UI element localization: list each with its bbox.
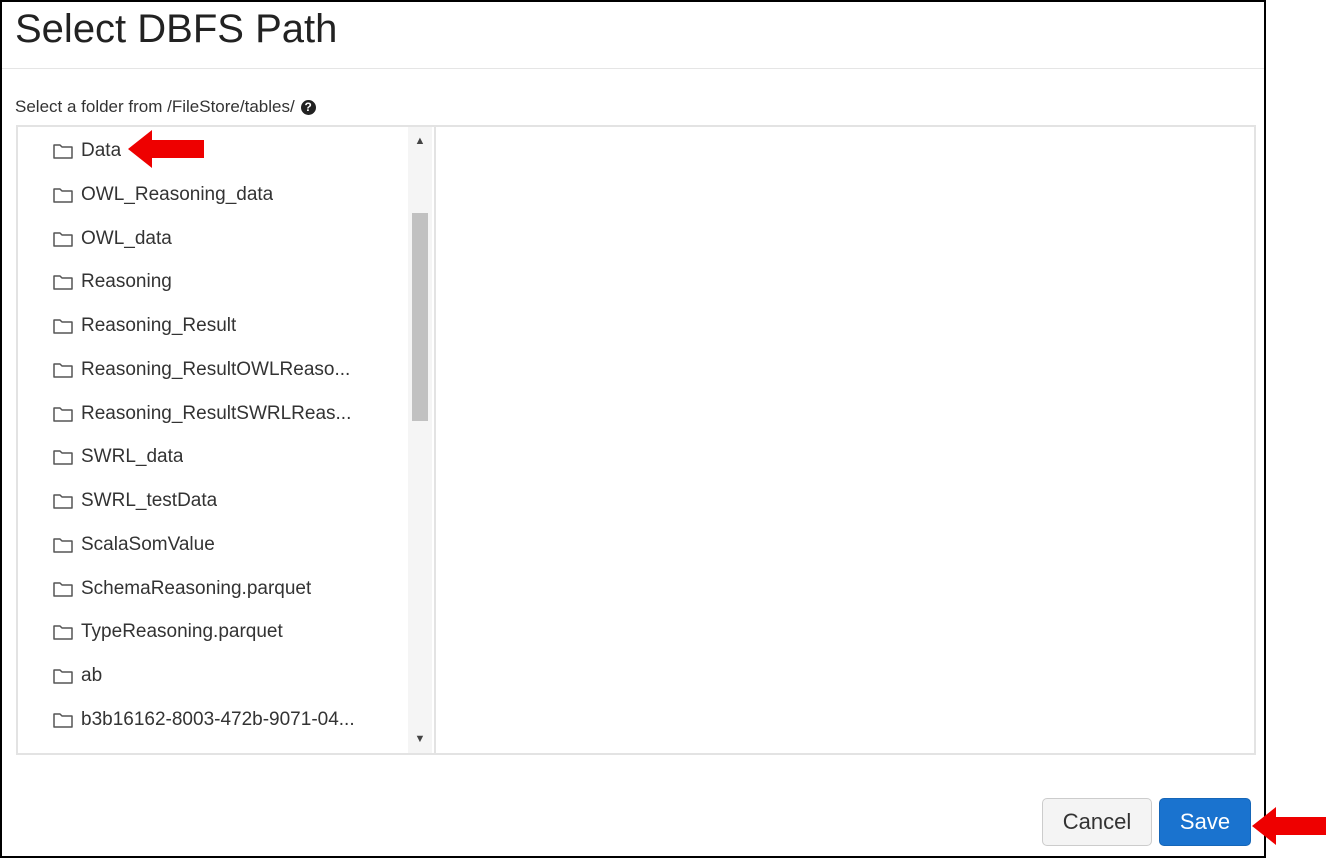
folder-item[interactable]: SWRL_testData <box>52 487 402 515</box>
folder-item[interactable]: b3b16162-8003-472b-9071-04... <box>52 706 402 734</box>
folder-label: OWL_Reasoning_data <box>81 184 274 205</box>
folder-label: Reasoning_ResultOWLReaso... <box>81 359 351 380</box>
dialog-title: Select DBFS Path <box>15 7 338 51</box>
folder-label: ScalaSomValue <box>81 534 215 555</box>
folder-list-scrollbar[interactable]: ▲ ▼ <box>408 127 432 753</box>
folder-item[interactable]: OWL_Reasoning_data <box>52 181 402 209</box>
folder-icon <box>53 669 73 684</box>
folder-icon <box>53 363 73 378</box>
folder-icon <box>53 144 73 159</box>
folder-item[interactable]: ScalaSomValue <box>52 531 402 559</box>
folder-icon <box>53 319 73 334</box>
folder-instruction: Select a folder from /FileStore/tables/ … <box>15 97 316 117</box>
folder-label: TypeReasoning.parquet <box>81 621 283 642</box>
save-button[interactable]: Save <box>1159 798 1251 846</box>
folder-icon <box>53 450 73 465</box>
folder-item[interactable]: SchemaReasoning.parquet <box>52 575 402 603</box>
folder-icon <box>53 538 73 553</box>
folder-item[interactable]: SWRL_data <box>52 443 402 471</box>
folder-item[interactable]: ab <box>52 662 402 690</box>
folder-label: OWL_data <box>81 228 172 249</box>
folder-label: SchemaReasoning.parquet <box>81 578 312 599</box>
scrollbar-thumb[interactable] <box>412 213 428 421</box>
folder-label: SWRL_data <box>81 446 184 467</box>
folder-list-pane: Data OWL_Reasoning_data OWL_data Reasoni… <box>18 127 436 753</box>
question-circle-icon[interactable]: ? <box>300 99 316 115</box>
instruction-text: Select a folder from /FileStore/tables/ <box>15 97 295 116</box>
scroll-up-arrow-icon[interactable]: ▲ <box>408 129 432 153</box>
folder-item[interactable]: TypeReasoning.parquet <box>52 618 402 646</box>
folder-icon <box>53 275 73 290</box>
folder-item[interactable]: Reasoning_ResultSWRLReas... <box>52 400 402 428</box>
folder-label: Data <box>81 140 122 161</box>
scroll-down-arrow-icon[interactable]: ▼ <box>408 727 432 751</box>
folder-label: Reasoning_ResultSWRLReas... <box>81 403 352 424</box>
dialog-header: Select DBFS Path <box>2 2 1264 69</box>
folder-item[interactable]: Reasoning <box>52 268 402 296</box>
folder-icon <box>53 407 73 422</box>
folder-label: Reasoning <box>81 271 172 292</box>
folder-label: SWRL_testData <box>81 490 218 511</box>
folder-icon <box>53 582 73 597</box>
folder-icon <box>53 232 73 247</box>
folder-item[interactable]: Reasoning_ResultOWLReaso... <box>52 356 402 384</box>
folder-label: b3b16162-8003-472b-9071-04... <box>81 709 355 730</box>
folder-item[interactable]: Data <box>52 137 402 165</box>
folder-label: Reasoning_Result <box>81 315 237 336</box>
folder-item[interactable]: OWL_data <box>52 225 402 253</box>
cancel-button[interactable]: Cancel <box>1042 798 1152 846</box>
dbfs-folder-browser: Data OWL_Reasoning_data OWL_data Reasoni… <box>16 125 1256 755</box>
left-pointing-annotation-arrow-icon <box>128 130 204 168</box>
left-pointing-annotation-arrow-icon <box>1252 807 1326 845</box>
folder-icon <box>53 625 73 640</box>
folder-icon <box>53 188 73 203</box>
folder-icon <box>53 494 73 509</box>
folder-label: ab <box>81 665 103 686</box>
folder-item[interactable]: Reasoning_Result <box>52 312 402 340</box>
folder-icon <box>53 713 73 728</box>
